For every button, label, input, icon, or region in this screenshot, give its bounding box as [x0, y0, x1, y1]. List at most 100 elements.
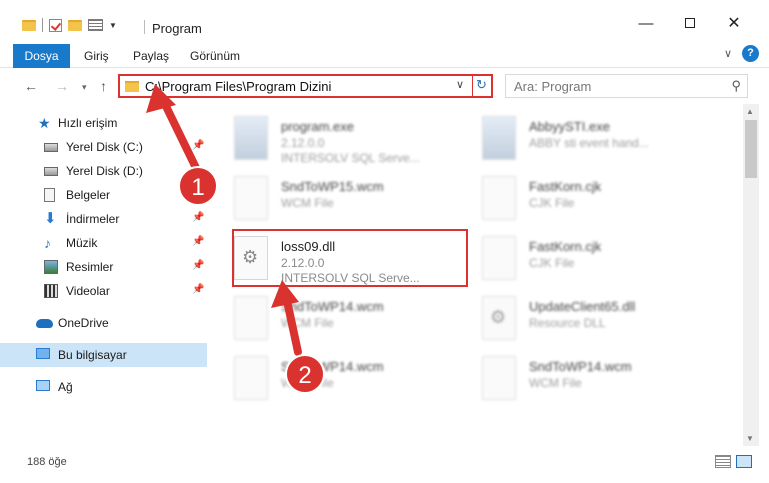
sidebar-item-local-disk-c[interactable]: Yerel Disk (C:) 📌: [0, 135, 207, 159]
file-tile-fastkorn[interactable]: FastKorn.cjk CJK File: [462, 170, 702, 228]
help-button[interactable]: ?: [742, 45, 759, 62]
video-icon: [44, 284, 58, 298]
quick-access-toolbar: ▼: [22, 18, 117, 32]
sidebar-item-label: Müzik: [66, 236, 98, 250]
sidebar-item-this-pc[interactable]: Bu bilgisayar: [0, 343, 207, 367]
search-icon[interactable]: ⚲: [731, 78, 741, 94]
document-file-icon: [482, 176, 516, 220]
highlight-box: [232, 229, 468, 287]
address-bar[interactable]: C:\Program Files\Program Dizini ∨ ↻: [118, 74, 493, 98]
disk-icon: [44, 143, 58, 152]
file-tile-sndtowp14[interactable]: SndToWP14.wcm WCM File: [214, 350, 454, 408]
tab-gorunum[interactable]: Görünüm: [190, 44, 240, 68]
computer-icon: [36, 348, 50, 359]
dll-gear-icon: [482, 296, 516, 340]
vertical-scrollbar[interactable]: ▲ ▼: [743, 104, 759, 446]
sidebar-item-label: Ağ: [58, 380, 73, 394]
file-tile-sndtowp14[interactable]: SndToWP14.wcm WCM File: [214, 290, 454, 348]
sidebar-item-onedrive[interactable]: OneDrive: [0, 311, 207, 335]
file-tile-sndtowp15[interactable]: SndToWP15.wcm WCM File: [214, 170, 454, 228]
disk-icon: [44, 167, 58, 176]
ribbon-tabs: Dosya Giriş Paylaş Görünüm ∨ ?: [0, 42, 769, 68]
file-name: SndToWP14.wcm: [529, 359, 632, 374]
address-path[interactable]: C:\Program Files\Program Dizini: [145, 79, 331, 94]
document-file-icon: [234, 176, 268, 220]
customize-toolbar-dropdown-icon[interactable]: ▼: [109, 21, 117, 30]
documents-icon: [44, 188, 55, 202]
exe-file-icon: [482, 116, 516, 160]
folder-icon: [22, 19, 36, 31]
tab-giris[interactable]: Giriş: [84, 44, 109, 68]
status-bar: 188 öğe: [0, 446, 769, 483]
back-button[interactable]: ←: [24, 78, 38, 94]
sidebar-item-videos[interactable]: Videolar 📌: [0, 279, 207, 303]
file-type: Resource DLL: [529, 316, 606, 330]
properties-check-icon[interactable]: [49, 18, 62, 32]
file-name: SndToWP15.wcm: [281, 179, 384, 194]
address-dropdown-button[interactable]: ∨: [456, 78, 464, 91]
tab-paylas[interactable]: Paylaş: [133, 44, 169, 68]
minimize-button[interactable]: —: [636, 14, 656, 34]
file-name: FastKorn.cjk: [529, 239, 602, 254]
sidebar-item-label: Hızlı erişim: [58, 116, 118, 130]
properties-icon[interactable]: [88, 19, 103, 31]
search-box[interactable]: Ara: Program ⚲: [505, 74, 748, 98]
sidebar-item-quick-access[interactable]: ★ Hızlı erişim: [0, 111, 207, 135]
sidebar-item-pictures[interactable]: Resimler 📌: [0, 255, 207, 279]
file-type: WCM File: [281, 316, 334, 330]
document-file-icon: [234, 296, 268, 340]
file-tile-program-exe[interactable]: program.exe 2.12.0.0 INTERSOLV SQL Serve…: [214, 110, 454, 168]
search-input[interactable]: Ara: Program: [514, 79, 591, 94]
details-view-icon[interactable]: [715, 455, 731, 468]
music-icon: ♪: [44, 235, 51, 251]
file-version: 2.12.0.0: [281, 136, 325, 150]
file-tile-sndtowp14[interactable]: SndToWP14.wcm WCM File: [462, 350, 702, 408]
scroll-down-arrow-icon[interactable]: ▼: [746, 434, 754, 443]
up-button[interactable]: ↑: [100, 78, 107, 94]
toolbar-divider: [42, 18, 43, 32]
recent-locations-button[interactable]: ▾: [82, 82, 87, 93]
sidebar-item-label: Resimler: [66, 260, 114, 274]
sidebar-item-label: Yerel Disk (C:): [66, 140, 143, 154]
sidebar-item-downloads[interactable]: ⬇ İndirmeler 📌: [0, 207, 207, 231]
sidebar-item-documents[interactable]: Belgeler 📌: [0, 183, 207, 207]
close-button[interactable]: ✕: [724, 14, 744, 34]
file-description: INTERSOLV SQL Serve...: [281, 151, 420, 165]
star-icon: ★: [38, 115, 51, 131]
pin-icon: 📌: [192, 284, 205, 295]
scroll-up-arrow-icon[interactable]: ▲: [746, 107, 754, 116]
refresh-button[interactable]: ↻: [476, 77, 487, 93]
sidebar-item-network[interactable]: Ağ: [0, 375, 207, 399]
file-type: WCM File: [281, 376, 334, 390]
file-type: CJK File: [529, 256, 575, 270]
pin-icon: 📌: [192, 212, 205, 223]
pin-icon: 📌: [192, 188, 205, 199]
file-tile-abbyysti-exe[interactable]: AbbyySTI.exe ABBY sti event hand...: [462, 110, 702, 168]
tab-dosya[interactable]: Dosya: [13, 44, 70, 68]
large-icons-view-icon[interactable]: [736, 455, 752, 468]
document-file-icon: [234, 356, 268, 400]
sidebar-item-music[interactable]: ♪ Müzik 📌: [0, 231, 207, 255]
sidebar-item-label: Belgeler: [66, 188, 111, 202]
file-name: UpdateClient65.dll: [529, 299, 636, 314]
new-folder-icon[interactable]: [68, 19, 82, 31]
document-file-icon: [482, 236, 516, 280]
file-type: WCM File: [281, 196, 334, 210]
document-file-icon: [482, 356, 516, 400]
file-name: AbbyySTI.exe: [529, 119, 610, 134]
sidebar-item-label: İndirmeler: [66, 212, 120, 226]
pin-icon: 📌: [192, 140, 205, 151]
sidebar-item-local-disk-d[interactable]: Yerel Disk (D:): [0, 159, 207, 183]
file-name: FastKorn.cjk: [529, 179, 602, 194]
scrollbar-thumb[interactable]: [745, 120, 757, 178]
file-type: CJK File: [529, 196, 575, 210]
onedrive-icon: [36, 319, 53, 328]
sidebar-item-label: OneDrive: [58, 316, 109, 330]
expand-ribbon-button[interactable]: ∨: [724, 47, 732, 60]
file-tile-updateclient65[interactable]: UpdateClient65.dll Resource DLL: [462, 290, 702, 348]
sidebar-item-label: Yerel Disk (D:): [66, 164, 143, 178]
navigation-pane: ★ Hızlı erişim Yerel Disk (C:) 📌 Yerel D…: [0, 104, 207, 446]
file-tile-fastkorn[interactable]: FastKorn.cjk CJK File: [462, 230, 702, 288]
forward-button[interactable]: →: [55, 78, 69, 94]
maximize-button[interactable]: [680, 14, 700, 34]
